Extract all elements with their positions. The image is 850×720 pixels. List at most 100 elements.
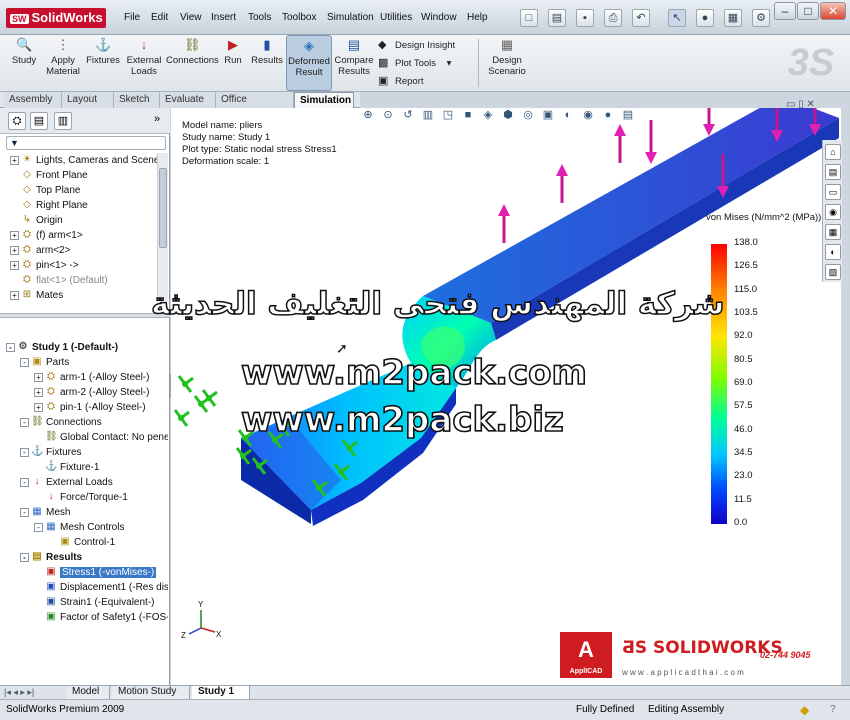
tree-filter-input[interactable]: ▼	[6, 136, 166, 150]
menu-edit[interactable]: Edit	[151, 12, 168, 23]
fixtures-button[interactable]: ⚓ Fixtures	[84, 35, 122, 91]
menu-view[interactable]: View	[180, 12, 202, 23]
maximize-button[interactable]: □	[797, 2, 819, 20]
menu-tools[interactable]: Tools	[248, 12, 271, 23]
apply-material-button[interactable]: ⋮ Apply Material	[44, 35, 82, 91]
expand-toggle-icon[interactable]: -	[34, 522, 43, 532]
external-loads-button[interactable]: ↓ External Loads	[124, 35, 164, 91]
compare-results-button[interactable]: ▤ Compare Results	[334, 35, 374, 91]
report-button[interactable]: ▣ Report	[378, 72, 473, 90]
select-icon[interactable]: ↖	[668, 9, 686, 27]
feature-manager-tab-icon[interactable]: ⛭	[8, 112, 26, 130]
feature-tree-item[interactable]: + ☀ Lights, Cameras and Scene	[10, 153, 158, 168]
bottom-tab-model[interactable]: Model	[66, 686, 110, 699]
view-palette-icon[interactable]: ▦	[825, 224, 841, 240]
solidworks-logo[interactable]: SW SolidWorks	[6, 8, 106, 28]
tab-scroll-arrows[interactable]: |◂ ◂ ▸ ▸|	[4, 687, 34, 698]
scrollbar-thumb[interactable]	[159, 168, 167, 248]
appearances-icon[interactable]: ◐	[825, 244, 841, 260]
study-tree-item[interactable]: + ⛭ pin-1 (-Alloy Steel-)	[6, 400, 168, 415]
design-insight-button[interactable]: ◆ Design Insight	[378, 36, 473, 54]
tab-simulation[interactable]: Simulation	[294, 92, 354, 108]
expand-toggle-icon[interactable]: +	[34, 372, 43, 382]
feature-tree-item[interactable]: ◇ Front Plane	[10, 168, 158, 183]
expand-toggle-icon[interactable]: +	[34, 402, 43, 412]
menu-help[interactable]: Help	[467, 12, 488, 23]
connections-button[interactable]: ⛓ Connections	[166, 35, 219, 91]
study-tree-item[interactable]: - ▣ Parts	[6, 355, 168, 370]
feature-tree-item[interactable]: ◇ Right Plane	[10, 198, 158, 213]
expand-toggle-icon[interactable]: -	[20, 477, 29, 487]
tab-assembly[interactable]: Assembly	[4, 92, 62, 108]
study-tree-item[interactable]: ▣ Factor of Safety1 (-FOS-)	[6, 610, 168, 625]
property-manager-tab-icon[interactable]: ▤	[30, 112, 48, 130]
expand-toggle-icon[interactable]: +	[34, 387, 43, 397]
tab-office-products[interactable]: Office Products	[216, 92, 294, 120]
study-button[interactable]: 🔍 Study	[6, 35, 42, 91]
help-icon[interactable]: ?	[830, 700, 836, 720]
study-tree-item[interactable]: ▣ Control-1	[6, 535, 168, 550]
panel-splitter[interactable]	[0, 313, 170, 318]
expand-toggle-icon[interactable]: +	[10, 290, 19, 300]
tab-evaluate[interactable]: Evaluate	[160, 92, 216, 108]
study-tree-item[interactable]: ▣ Stress1 (-vonMises-)	[6, 565, 168, 580]
options-icon[interactable]: ⚙	[752, 9, 770, 27]
study-tree-item[interactable]: - ↓ External Loads	[6, 475, 168, 490]
file-explorer-icon[interactable]: ▭	[825, 184, 841, 200]
study-tree-item[interactable]: ⛓Global Contact: No penetration	[6, 430, 168, 445]
print-icon[interactable]: ⎙	[604, 9, 622, 27]
deformed-result-button[interactable]: ◈ Deformed Result	[286, 35, 332, 91]
rebuild-status-icon[interactable]: ◆	[800, 700, 809, 720]
rebuild-icon[interactable]: ●	[696, 9, 714, 27]
minimize-button[interactable]: –	[774, 2, 796, 20]
design-scenario-button[interactable]: ▦ Design Scenario	[486, 35, 528, 91]
study-tree-item[interactable]: - ▦ Mesh	[6, 505, 168, 520]
menu-window[interactable]: Window	[421, 12, 457, 23]
study-tree-item[interactable]: - ⚙ Study 1 (-Default-)	[6, 340, 168, 355]
expand-toggle-icon[interactable]: -	[20, 507, 29, 517]
study-tree-item[interactable]: + ⛭ arm-1 (-Alloy Steel-)	[6, 370, 168, 385]
tab-layout[interactable]: Layout	[62, 92, 114, 108]
expand-toggle-icon[interactable]: +	[10, 230, 19, 240]
menu-utilities[interactable]: Utilities	[380, 12, 412, 23]
open-icon[interactable]: ▤	[548, 9, 566, 27]
tab-sketch[interactable]: Sketch	[114, 92, 160, 108]
feature-tree-item[interactable]: ◇ Top Plane	[10, 183, 158, 198]
design-library-icon[interactable]: ▤	[825, 164, 841, 180]
study-tree-item[interactable]: ↓ Force/Torque-1	[6, 490, 168, 505]
expand-toggle-icon[interactable]: -	[20, 357, 29, 367]
feature-tree-item[interactable]: ↳ Origin	[10, 213, 158, 228]
bottom-tab-motion-study-1[interactable]: Motion Study 1	[112, 686, 190, 709]
feature-tree-item[interactable]: + ⛭ pin<1> ->	[10, 258, 158, 273]
study-tree-item[interactable]: ▣ Strain1 (-Equivalent-)	[6, 595, 168, 610]
expand-toggle-icon[interactable]: -	[20, 417, 29, 427]
undo-icon[interactable]: ↶	[632, 9, 650, 27]
save-icon[interactable]: ▪	[576, 9, 594, 27]
expand-toggle-icon[interactable]: +	[10, 155, 19, 165]
expand-toggle-icon[interactable]: -	[6, 342, 15, 352]
expand-toggle-icon[interactable]: +	[10, 260, 19, 270]
study-tree-item[interactable]: - ⚓ Fixtures	[6, 445, 168, 460]
study-tree-item[interactable]: ⚓ Fixture-1	[6, 460, 168, 475]
graphics-area[interactable]: ⊕ ⊙ ↺ ▥ ◳ ■ ◈ ⬢ ◎ ▣ ◐ ◉ ● ▤ ▭ ▯ ✕ Model name: pliers S…	[150, 99, 841, 685]
expand-toggle-icon[interactable]: -	[20, 552, 29, 562]
close-button[interactable]: ✕	[820, 2, 846, 20]
resources-icon[interactable]: ⌂	[825, 144, 841, 160]
study-tree-item[interactable]: - ▤ Results	[6, 550, 168, 565]
configuration-manager-tab-icon[interactable]: ▥	[54, 112, 72, 130]
bottom-tab-study-1[interactable]: Study 1	[192, 686, 250, 699]
panel-expand-icon[interactable]: »	[154, 113, 160, 125]
expand-toggle-icon[interactable]: -	[20, 447, 29, 457]
feature-tree-item[interactable]: + ⊞ Mates	[10, 288, 158, 303]
menu-insert[interactable]: Insert	[211, 12, 236, 23]
run-button[interactable]: ▶ Run	[220, 35, 246, 91]
menu-file[interactable]: File	[124, 12, 140, 23]
menu-toolbox[interactable]: Toolbox	[282, 12, 316, 23]
study-tree-item[interactable]: - ▦ Mesh Controls	[6, 520, 168, 535]
new-document-icon[interactable]: □	[520, 9, 538, 27]
results-button[interactable]: ▮ Results	[250, 35, 284, 91]
study-tree-item[interactable]: + ⛭ arm-2 (-Alloy Steel-)	[6, 385, 168, 400]
study-tree-item[interactable]: ▣ Displacement1 (-Res disp-)	[6, 580, 168, 595]
feature-tree-item[interactable]: + ⛭ (f) arm<1>	[10, 228, 158, 243]
feature-tree-item[interactable]: + ⛭ arm<2>	[10, 243, 158, 258]
